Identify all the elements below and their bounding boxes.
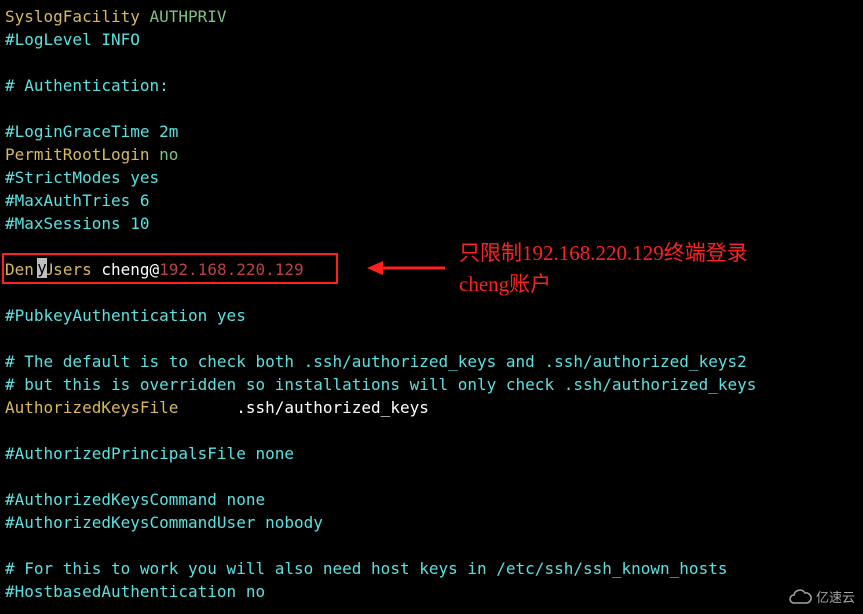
config-line: #AuthorizedPrincipalsFile none [5,442,858,465]
watermark: 亿速云 [788,585,855,609]
config-line: #LogLevel INFO [5,28,858,51]
config-line: #StrictModes yes [5,166,858,189]
comment-line: # but this is overridden so installation… [5,373,858,396]
comment-line: # Authentication: [5,74,858,97]
directive-value: AUTHPRIV [150,7,227,26]
text-cursor[interactable]: y [37,258,47,278]
watermark-text: 亿速云 [816,586,855,609]
config-line: #AuthorizedKeysCommand none [5,488,858,511]
directive-value: no [159,145,178,164]
annotation-line1: 只限制192.168.220.129终端登录 [459,238,748,269]
config-line: #MaxAuthTries 6 [5,189,858,212]
blank-line [5,534,858,557]
config-line: #AuthorizedKeysCommandUser nobody [5,511,858,534]
comment-line: # The default is to check both .ssh/auth… [5,350,858,373]
config-line: #PubkeyAuthentication yes [5,304,858,327]
annotation-text: 只限制192.168.220.129终端登录 cheng账户 [459,238,748,300]
config-line: SyslogFacility AUTHPRIV [5,5,858,28]
cloud-icon [788,585,812,609]
blank-line [5,465,858,488]
ip-address: 192.168.220.129 [159,260,304,279]
config-line: #MaxSessions 10 [5,212,858,235]
config-line: #LoginGraceTime 2m [5,120,858,143]
user-at-host: cheng@ [92,260,159,279]
directive-text: PermitRootLogin [5,145,159,164]
directive-text: AuthorizedKeysFile [5,398,178,417]
directive-text: SyslogFacility [5,7,150,26]
blank-line [5,419,858,442]
comment-line: # For this to work you will also need ho… [5,557,858,580]
config-line: #HostbasedAuthentication no [5,580,858,603]
directive-value: .ssh/authorized_keys [178,398,428,417]
blank-line [5,51,858,74]
config-line: AuthorizedKeysFile .ssh/authorized_keys [5,396,858,419]
blank-line [5,97,858,120]
blank-line [5,327,858,350]
annotation-line2: cheng账户 [459,269,748,300]
directive-text: Den [5,260,34,279]
config-line: PermitRootLogin no [5,143,858,166]
